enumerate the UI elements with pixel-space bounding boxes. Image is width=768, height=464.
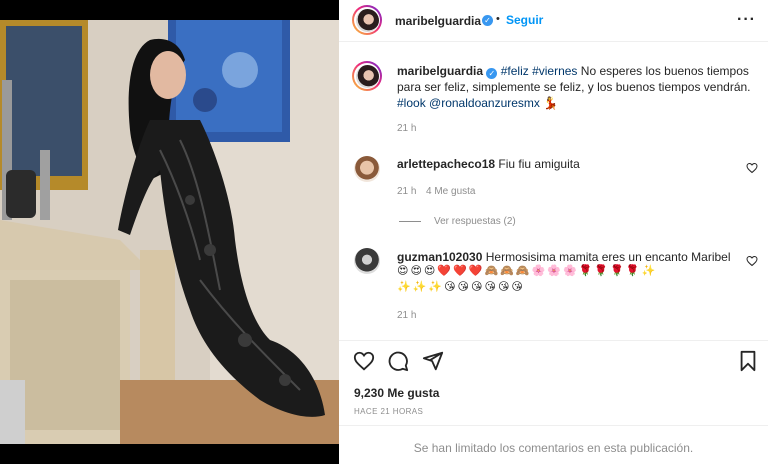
comment-emoji-line: ✨✨✨😘😘😘😘😘😘 <box>397 281 525 293</box>
comments-limited-notice: Se han limitado los comentarios en esta … <box>413 441 694 455</box>
comment-body: guzman102030 Hermosisima mamita eres un … <box>397 249 757 265</box>
photo-letterbox-top <box>0 0 339 20</box>
post-actions <box>339 340 768 380</box>
post-photo[interactable] <box>0 0 339 464</box>
author-username[interactable]: maribelguardia <box>395 14 481 28</box>
comment-like-heart-icon[interactable] <box>746 162 758 174</box>
caption-username[interactable]: maribelguardia <box>397 64 483 78</box>
likes-count[interactable]: 9,230 Me gusta <box>354 386 439 400</box>
comment-icon[interactable] <box>387 350 409 372</box>
hashtag-viernes[interactable]: #viernes <box>532 64 577 78</box>
instagram-post-view: maribelguardia ✓ • Seguir ··· maribelgua… <box>0 0 768 464</box>
commenter-avatar[interactable] <box>354 156 380 182</box>
hashtag-feliz[interactable]: #feliz <box>501 64 529 78</box>
commenter-avatar[interactable] <box>354 248 380 274</box>
heart-icon[interactable] <box>353 350 375 372</box>
comment-time[interactable]: 21 h <box>397 186 416 197</box>
post-timestamp[interactable]: HACE 21 HORAS <box>354 407 423 416</box>
mention-link[interactable]: @ronaldoanzuresmx <box>429 96 540 110</box>
comment-emoji-line: 😍😍😍❤️❤️❤️🙈🙈🙈🌸🌸🌸🌹🌹🌹🌹✨ <box>397 265 658 277</box>
share-icon[interactable] <box>422 350 444 372</box>
caption-time[interactable]: 21 h <box>397 123 416 134</box>
author-avatar[interactable] <box>352 5 382 35</box>
post-header: maribelguardia ✓ • Seguir ··· <box>339 0 768 42</box>
photo-letterbox-bottom <box>0 444 339 464</box>
more-options-icon[interactable]: ··· <box>737 11 756 29</box>
replies-divider <box>399 221 421 222</box>
post-sidebar: maribelguardia ✓ • Seguir ··· maribelgua… <box>339 0 768 464</box>
follow-button[interactable]: Seguir <box>506 13 543 27</box>
verified-badge-icon: ✓ <box>482 15 493 26</box>
comment-likes[interactable]: 4 Me gusta <box>426 186 475 197</box>
hashtag-look[interactable]: #look <box>397 96 426 110</box>
comment-username[interactable]: guzman102030 <box>397 250 482 264</box>
post-caption: maribelguardia ✓ #feliz #viernes No espe… <box>397 63 757 111</box>
separator-dot: • <box>496 13 500 25</box>
comment-time[interactable]: 21 h <box>397 310 416 321</box>
verified-badge-icon: ✓ <box>486 68 498 79</box>
comment-username[interactable]: arlettepacheco18 <box>397 157 495 171</box>
comment-body: arlettepacheco18 Fiu fiu amiguita <box>397 156 697 172</box>
comment-like-heart-icon[interactable] <box>746 255 758 267</box>
comment-text: Hermosisima mamita eres un encanto Marib… <box>485 250 731 264</box>
view-replies-button[interactable]: Ver respuestas (2) <box>434 216 516 227</box>
bookmark-icon[interactable] <box>737 350 759 372</box>
caption-author-avatar[interactable] <box>352 61 382 91</box>
dancer-emoji: 💃 <box>543 96 559 110</box>
post-image <box>0 20 339 444</box>
comments-footer: Se han limitado los comentarios en esta … <box>339 425 768 464</box>
comment-text: Fiu fiu amiguita <box>498 157 580 171</box>
